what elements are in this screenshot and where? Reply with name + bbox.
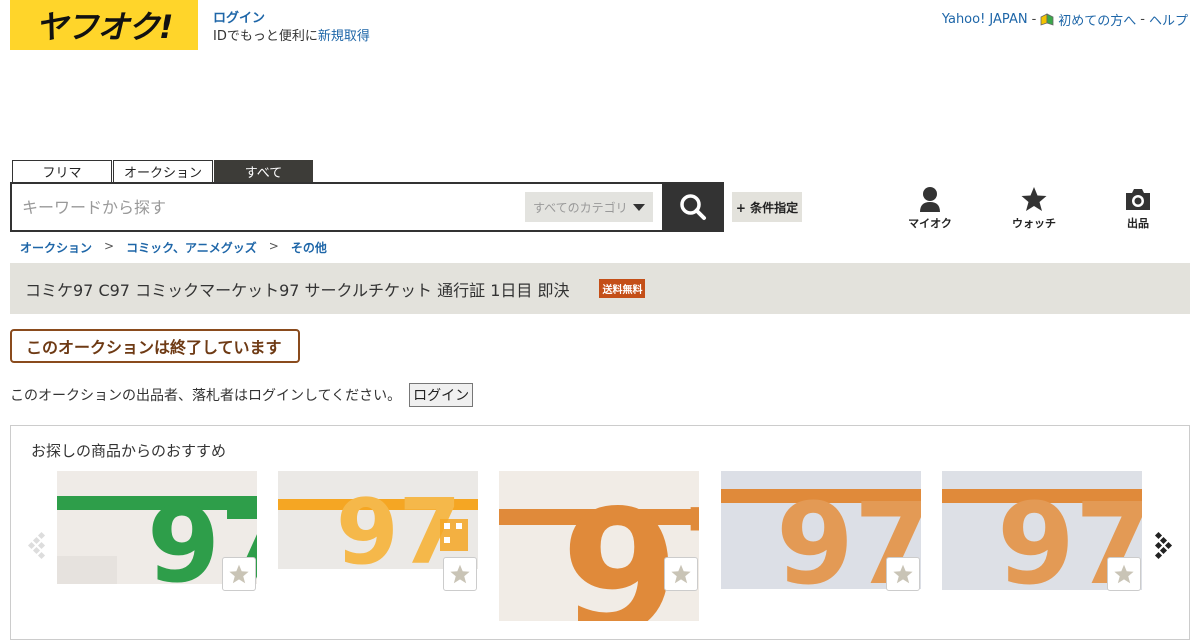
- recommendation-panel: お探しの商品からのおすすめ 97 97 9 97 97: [10, 425, 1190, 640]
- top-links: Yahoo! JAPAN - 初めての方へ - ヘルプ: [942, 10, 1188, 29]
- star-icon: [671, 564, 691, 584]
- breadcrumb-other[interactable]: その他: [291, 239, 327, 256]
- star-icon: [893, 564, 913, 584]
- breadcrumb-auction[interactable]: オークション: [20, 239, 92, 256]
- star-icon: [1021, 187, 1047, 211]
- login-prompt: このオークションの出品者、落札者はログインしてください。 ログイン: [10, 383, 474, 407]
- breadcrumb-comic-anime[interactable]: コミック、アニメグッズ: [126, 239, 257, 256]
- my-auction-nav[interactable]: マイオク: [900, 186, 960, 231]
- star-icon: [229, 564, 249, 584]
- watch-button[interactable]: [886, 557, 920, 591]
- beginner-mark-icon: [1040, 12, 1054, 27]
- person-icon: [920, 187, 940, 212]
- login-prompt-text: このオークションの出品者、落札者はログインしてください。: [10, 388, 402, 404]
- tab-all[interactable]: すべて: [214, 160, 313, 182]
- watch-button[interactable]: [664, 557, 698, 591]
- item-title: コミケ97 C97 コミックマーケット97 サークルチケット 通行証 1日目 即…: [25, 280, 570, 300]
- search-box: すべてのカテゴリ: [10, 182, 664, 232]
- carousel-next-button[interactable]: [1153, 530, 1175, 564]
- login-link[interactable]: ログイン: [213, 11, 265, 26]
- watch-button[interactable]: [222, 557, 256, 591]
- thumbnail-digits: 97: [561, 474, 699, 621]
- breadcrumb-separator: >: [268, 239, 279, 253]
- star-icon: [450, 564, 470, 584]
- advanced-search-button[interactable]: + 条件指定: [732, 192, 802, 222]
- beginners-guide-link[interactable]: 初めての方へ: [1058, 10, 1136, 29]
- my-auction-label: マイオク: [908, 217, 952, 230]
- logo-text: ヤフオク!: [35, 8, 174, 46]
- id-promo-text: IDでもっと便利に: [213, 29, 318, 44]
- item-title-bar: コミケ97 C97 コミックマーケット97 サークルチケット 通行証 1日目 即…: [10, 263, 1190, 314]
- search-button[interactable]: [662, 182, 724, 232]
- signup-link[interactable]: 新規取得: [318, 29, 370, 44]
- category-select-label: すべてのカテゴリ: [533, 200, 628, 215]
- watch-label: ウォッチ: [1012, 217, 1056, 230]
- recommendation-title: お探しの商品からのおすすめ: [31, 442, 227, 460]
- watch-button[interactable]: [1107, 557, 1141, 591]
- camera-icon: [1126, 189, 1150, 210]
- separator: -: [1031, 12, 1037, 27]
- sell-label: 出品: [1127, 217, 1149, 230]
- search-icon: [680, 194, 706, 220]
- free-shipping-badge: 送料無料: [599, 279, 646, 298]
- item-thumbnail[interactable]: 97: [278, 471, 478, 569]
- category-select[interactable]: すべてのカテゴリ: [525, 192, 653, 222]
- help-link[interactable]: ヘルプ: [1149, 10, 1188, 29]
- chevron-left-icon: [27, 531, 46, 560]
- chevron-down-icon: [633, 203, 645, 211]
- login-area: ログイン IDでもっと便利に新規取得: [213, 10, 370, 46]
- star-icon: [1114, 564, 1134, 584]
- yahoo-auction-logo[interactable]: ヤフオク!: [10, 0, 198, 50]
- sell-nav[interactable]: 出品: [1108, 186, 1168, 231]
- login-button[interactable]: ログイン: [409, 383, 474, 407]
- chevron-right-icon: [1154, 531, 1173, 560]
- breadcrumb: オークション > コミック、アニメグッズ > その他: [20, 239, 327, 256]
- yahoo-japan-link[interactable]: Yahoo! JAPAN: [942, 12, 1028, 27]
- item-thumbnail[interactable]: 97: [499, 471, 699, 621]
- watch-nav[interactable]: ウォッチ: [1004, 186, 1064, 231]
- breadcrumb-separator: >: [104, 239, 115, 253]
- auction-ended-notice: このオークションは終了しています: [10, 329, 300, 363]
- tab-auction[interactable]: オークション: [113, 160, 213, 182]
- watch-button[interactable]: [443, 557, 477, 591]
- search-input[interactable]: [22, 192, 522, 222]
- tab-flea-market[interactable]: フリマ: [12, 160, 112, 182]
- carousel-prev-button[interactable]: [25, 530, 47, 564]
- separator: -: [1140, 12, 1145, 27]
